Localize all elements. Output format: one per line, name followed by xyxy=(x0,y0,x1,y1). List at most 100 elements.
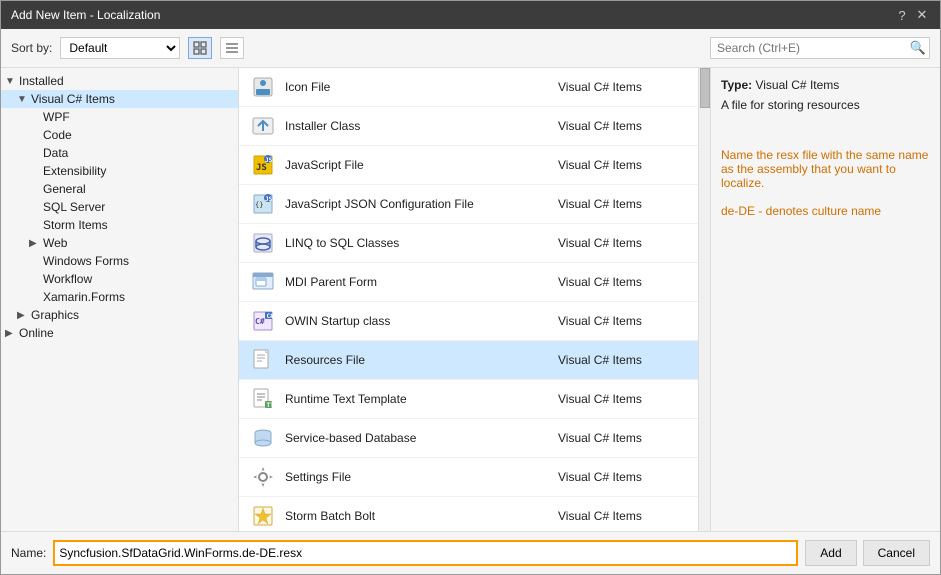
bottom-bar: Name: Add Cancel xyxy=(1,531,940,574)
file-item-runtime-text[interactable]: TT Runtime Text Template Visual C# Items xyxy=(239,380,698,419)
file-item-javascript-file[interactable]: JS JS JavaScript File Visual C# Items xyxy=(239,146,698,185)
sidebar-item-workflow[interactable]: Workflow xyxy=(1,270,238,288)
sidebar-item-label: Extensibility xyxy=(43,164,106,178)
grid-view-button[interactable] xyxy=(188,37,212,59)
file-list: Icon File Visual C# Items Installer Clas… xyxy=(239,68,698,531)
svg-text:JS: JS xyxy=(256,163,267,173)
file-category: Visual C# Items xyxy=(558,275,688,289)
file-name: Installer Class xyxy=(285,119,550,133)
name-input[interactable] xyxy=(54,541,797,565)
sidebar-item-label: Xamarin.Forms xyxy=(43,290,125,304)
sidebar-item-label: Web xyxy=(43,236,67,250)
search-input[interactable] xyxy=(711,38,907,58)
file-name: Storm Batch Bolt xyxy=(285,509,550,523)
sidebar-item-storm-items[interactable]: Storm Items xyxy=(1,216,238,234)
right-orange-text2: de-DE - denotes culture name xyxy=(721,204,930,218)
sidebar-item-installed[interactable]: ▼ Installed xyxy=(1,72,238,90)
file-category: Visual C# Items xyxy=(558,80,688,94)
svg-text:C#: C# xyxy=(267,313,275,320)
file-name: Service-based Database xyxy=(285,431,550,445)
type-value: Visual C# Items xyxy=(755,78,839,92)
file-category: Visual C# Items xyxy=(558,353,688,367)
add-new-item-dialog: Add New Item - Localization ? ✕ Sort by:… xyxy=(0,0,941,575)
type-info: Type: Visual C# Items xyxy=(721,78,930,92)
right-panel: Type: Visual C# Items A file for storing… xyxy=(710,68,940,531)
file-icon-owin: C# C# xyxy=(249,307,277,335)
close-button[interactable]: ✕ xyxy=(914,7,930,23)
file-item-resources-file[interactable]: Resources File Visual C# Items xyxy=(239,341,698,380)
sidebar-item-data[interactable]: Data xyxy=(1,144,238,162)
file-item-storm-batch-bolt[interactable]: Storm Batch Bolt Visual C# Items xyxy=(239,497,698,531)
file-icon-icon-file xyxy=(249,73,277,101)
sidebar-item-label: Data xyxy=(43,146,68,160)
file-category: Visual C# Items xyxy=(558,509,688,523)
file-icon-storm-batch-bolt xyxy=(249,502,277,530)
sidebar-item-web[interactable]: ▶ Web xyxy=(1,234,238,252)
file-category: Visual C# Items xyxy=(558,119,688,133)
file-category: Visual C# Items xyxy=(558,431,688,445)
sidebar-item-label: Workflow xyxy=(43,272,92,286)
sidebar-item-label: Code xyxy=(43,128,72,142)
sidebar-item-extensibility[interactable]: Extensibility xyxy=(1,162,238,180)
file-category: Visual C# Items xyxy=(558,158,688,172)
sidebar-item-sql-server[interactable]: SQL Server xyxy=(1,198,238,216)
file-category: Visual C# Items xyxy=(558,197,688,211)
svg-text:{}: {} xyxy=(255,201,263,209)
title-bar: Add New Item - Localization ? ✕ xyxy=(1,1,940,29)
add-button[interactable]: Add xyxy=(805,540,856,566)
sidebar-item-windows-forms[interactable]: Windows Forms xyxy=(1,252,238,270)
search-icon-button[interactable]: 🔍 xyxy=(907,38,929,58)
sidebar-item-general[interactable]: General xyxy=(1,180,238,198)
right-orange-text: Name the resx file with the same name as… xyxy=(721,148,930,190)
file-item-owin[interactable]: C# C# OWIN Startup class Visual C# Items xyxy=(239,302,698,341)
sidebar-item-label: Graphics xyxy=(31,308,79,322)
file-icon-service-db xyxy=(249,424,277,452)
file-category: Visual C# Items xyxy=(558,314,688,328)
file-icon-resources-file xyxy=(249,346,277,374)
svg-text:JS: JS xyxy=(265,196,273,203)
svg-text:TT: TT xyxy=(267,402,275,409)
file-category: Visual C# Items xyxy=(558,470,688,484)
file-item-settings[interactable]: Settings File Visual C# Items xyxy=(239,458,698,497)
installed-label: Installed xyxy=(19,74,64,88)
svg-text:JS: JS xyxy=(265,157,273,164)
file-name: Runtime Text Template xyxy=(285,392,550,406)
type-label: Type: xyxy=(721,78,752,92)
search-box: 🔍 xyxy=(710,37,930,59)
file-list-scrollbar[interactable] xyxy=(698,68,710,531)
file-name: MDI Parent Form xyxy=(285,275,550,289)
sidebar-item-label: Online xyxy=(19,326,54,340)
sidebar-item-label: General xyxy=(43,182,86,196)
scroll-track xyxy=(699,68,710,531)
cancel-button[interactable]: Cancel xyxy=(863,540,930,566)
file-item-linq-sql[interactable]: LINQ to SQL Classes Visual C# Items xyxy=(239,224,698,263)
dialog-title: Add New Item - Localization xyxy=(11,8,160,22)
main-content: ▼ Installed ▼ Visual C# Items WPF Code D… xyxy=(1,68,940,531)
file-category: Visual C# Items xyxy=(558,392,688,406)
file-icon-json-config: {} JS xyxy=(249,190,277,218)
arrow-installed: ▼ xyxy=(5,76,17,87)
sidebar-item-online[interactable]: ▶ Online xyxy=(1,324,238,342)
scroll-thumb[interactable] xyxy=(700,68,710,108)
file-icon-runtime-text: TT xyxy=(249,385,277,413)
file-item-installer-class[interactable]: Installer Class Visual C# Items xyxy=(239,107,698,146)
file-item-icon-file[interactable]: Icon File Visual C# Items xyxy=(239,68,698,107)
sidebar: ▼ Installed ▼ Visual C# Items WPF Code D… xyxy=(1,68,239,531)
sidebar-item-xamarin-forms[interactable]: Xamarin.Forms xyxy=(1,288,238,306)
sidebar-item-label: SQL Server xyxy=(43,200,105,214)
list-view-button[interactable] xyxy=(220,37,244,59)
file-name: Resources File xyxy=(285,353,550,367)
sidebar-item-wpf[interactable]: WPF xyxy=(1,108,238,126)
sidebar-item-label: Storm Items xyxy=(43,218,108,232)
help-button[interactable]: ? xyxy=(894,7,910,23)
file-item-service-db[interactable]: Service-based Database Visual C# Items xyxy=(239,419,698,458)
file-item-json-config[interactable]: {} JS JavaScript JSON Configuration File… xyxy=(239,185,698,224)
file-item-mdi-form[interactable]: MDI Parent Form Visual C# Items xyxy=(239,263,698,302)
sidebar-item-label: Visual C# Items xyxy=(31,92,115,106)
sidebar-item-code[interactable]: Code xyxy=(1,126,238,144)
sidebar-item-visual-csharp[interactable]: ▼ Visual C# Items xyxy=(1,90,238,108)
file-name: Icon File xyxy=(285,80,550,94)
sort-select[interactable]: Default xyxy=(60,37,180,59)
file-icon-javascript-file: JS JS xyxy=(249,151,277,179)
sidebar-item-graphics[interactable]: ▶ Graphics xyxy=(1,306,238,324)
